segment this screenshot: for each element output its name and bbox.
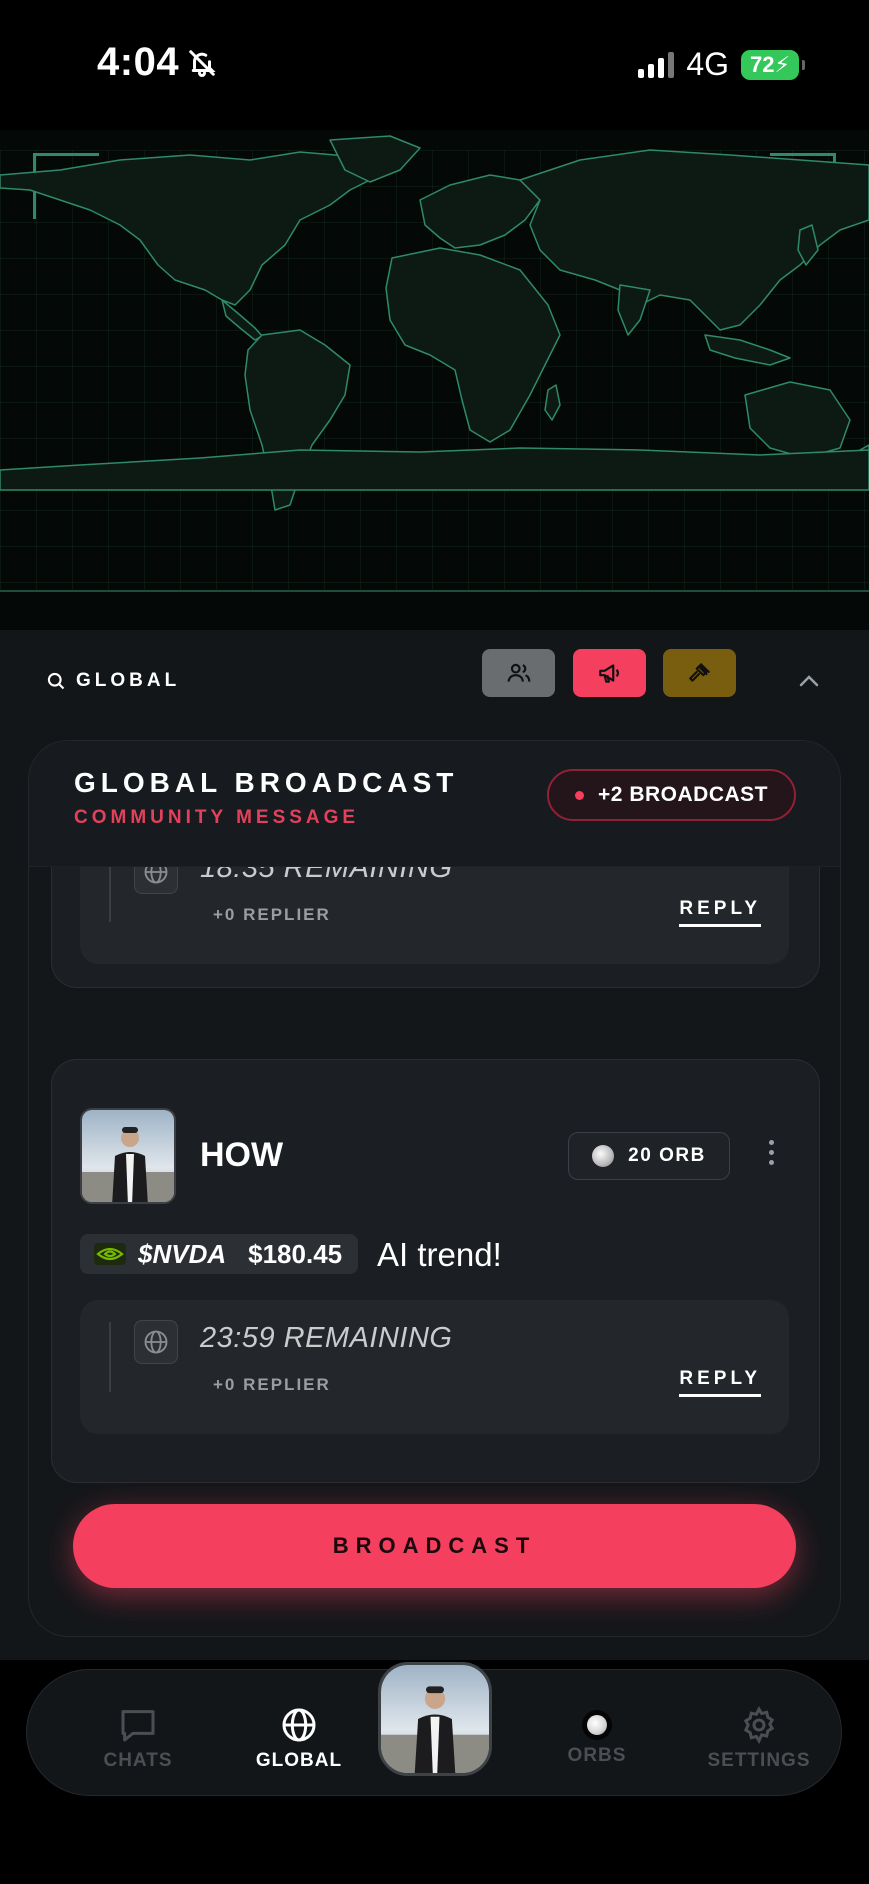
filter-auction-button[interactable] <box>663 649 736 697</box>
orb-badge: 20 ORB <box>568 1132 730 1180</box>
avatar[interactable] <box>80 1108 176 1204</box>
time-remaining: 23:59 REMAINING <box>200 1322 453 1354</box>
reply-button[interactable]: REPLY <box>679 1368 761 1397</box>
tab-chats-label: CHATS <box>103 1750 173 1771</box>
world-map[interactable] <box>0 130 869 630</box>
broadcast-count-pill[interactable]: +2 BROADCAST <box>547 769 796 821</box>
profile-avatar-button[interactable] <box>378 1662 492 1776</box>
status-icons: 4G 72 ⚡ <box>638 46 805 83</box>
status-bar: 4:04 4G 72 ⚡ <box>0 0 869 130</box>
card-subtitle: COMMUNITY MESSAGE <box>74 807 360 828</box>
broadcast-button[interactable]: BROADCAST <box>73 1504 796 1588</box>
chat-bubble-icon <box>121 1710 155 1742</box>
gear-icon <box>743 1706 775 1745</box>
thread-line <box>109 1322 111 1392</box>
silent-bell-icon <box>189 49 216 77</box>
avatar-photo <box>381 1665 489 1773</box>
orb-amount: 20 ORB <box>628 1145 706 1166</box>
global-search[interactable]: GLOBAL <box>46 670 180 692</box>
search-icon <box>47 672 65 690</box>
filter-broadcast-button[interactable] <box>573 649 646 697</box>
ticker-symbol: $NVDA <box>138 1238 227 1269</box>
reply-box: 23:59 REMAINING +0 REPLIER REPLY <box>80 1300 789 1434</box>
tab-global[interactable]: GLOBAL <box>234 1705 364 1772</box>
search-label: GLOBAL <box>76 670 181 691</box>
broadcast-card: GLOBAL BROADCAST COMMUNITY MESSAGE +2 BR… <box>28 740 841 1637</box>
continents-map <box>0 135 869 511</box>
tab-settings-label: SETTINGS <box>707 1750 811 1771</box>
status-time: 4:04 <box>97 40 217 85</box>
replier-count: +0 REPLIER <box>213 905 331 924</box>
replier-count: +0 REPLIER <box>213 1375 331 1394</box>
battery-level: 72 <box>750 51 775 77</box>
globe-icon <box>282 1708 316 1742</box>
more-options-icon[interactable] <box>769 1140 774 1165</box>
globe-badge <box>134 1320 178 1364</box>
author-name[interactable]: HOW <box>200 1136 283 1175</box>
chevron-up-icon <box>799 675 819 687</box>
gavel-icon <box>688 663 710 682</box>
message-text: AI trend! <box>377 1236 502 1273</box>
map-baseline <box>0 590 869 592</box>
card-title: GLOBAL BROADCAST <box>74 767 459 798</box>
live-dot-icon <box>575 790 585 800</box>
filter-people-button[interactable] <box>482 649 555 697</box>
panel-toolbar: GLOBAL <box>0 630 869 730</box>
reply-button[interactable]: REPLY <box>679 898 761 927</box>
tab-orbs-label: ORBS <box>567 1745 627 1766</box>
orb-icon <box>592 1145 615 1167</box>
collapse-button[interactable] <box>798 674 820 693</box>
signal-icon <box>638 51 675 78</box>
tab-settings[interactable]: SETTINGS <box>694 1705 824 1772</box>
megaphone-icon <box>598 664 619 683</box>
message-card[interactable]: HOW 20 ORB $NVDA $180.45 AI trend! 23:59… <box>51 1059 820 1483</box>
people-icon <box>507 663 530 682</box>
orb-icon <box>582 1710 612 1740</box>
battery-icon: 72 ⚡ <box>741 49 805 80</box>
tab-orbs[interactable]: ORBS <box>532 1710 662 1767</box>
stock-ticker[interactable]: $NVDA $180.45 <box>80 1234 359 1274</box>
tab-chats[interactable]: CHATS <box>73 1705 203 1772</box>
network-label: 4G <box>686 46 729 82</box>
nvidia-logo-icon <box>94 1243 126 1265</box>
globe-icon <box>144 1330 168 1354</box>
pill-label: +2 BROADCAST <box>598 783 768 806</box>
card-header: GLOBAL BROADCAST COMMUNITY MESSAGE +2 BR… <box>29 741 840 867</box>
time-label: 4:04 <box>97 40 180 84</box>
bottom-nav: CHATS GLOBAL ORBS SETTINGS <box>26 1662 842 1796</box>
avatar-photo <box>82 1110 174 1202</box>
tab-global-label: GLOBAL <box>255 1750 343 1771</box>
ticker-price: $180.45 <box>248 1238 343 1269</box>
